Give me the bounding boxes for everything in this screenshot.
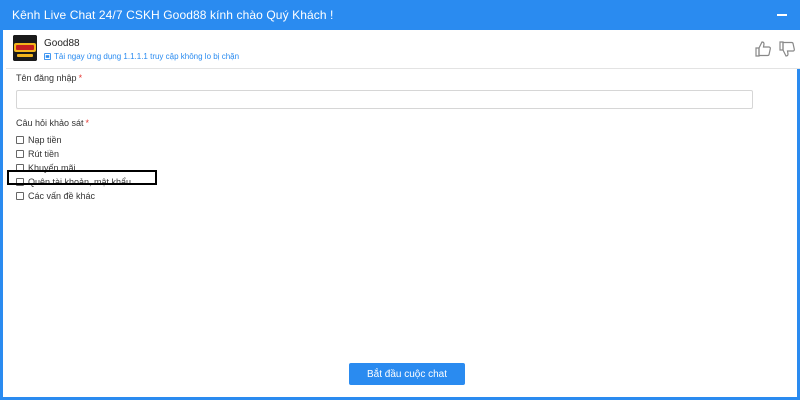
option-label: Các vấn đề khác [28,191,96,201]
start-chat-button[interactable]: Bắt đầu cuộc chat [349,363,465,385]
required-mark: * [85,118,90,128]
brand-subtitle-link[interactable]: Tải ngay ứng dụng 1.1.1.1 truy cập không… [44,52,239,61]
thumbs-down-icon[interactable] [778,40,796,58]
survey-options: Nạp tiền Rút tiền Khuyến mãi Quên tài kh… [16,133,131,203]
option-label: Rút tiền [28,149,60,159]
option-label: Nạp tiền [28,135,62,145]
brand-subtitle-text: Tải ngay ứng dụng 1.1.1.1 truy cập không… [54,52,240,61]
survey-section: Câu hỏi khảo sát * Nạp tiền Rút tiền Khuy… [16,118,131,203]
username-input[interactable] [16,90,753,109]
survey-label: Câu hỏi khảo sát * [16,118,90,128]
checkbox[interactable] [16,150,24,158]
username-label: Tên đăng nhập * [16,73,83,83]
option-other[interactable]: Các vấn đề khác [16,189,131,203]
window-title: Kênh Live Chat 24/7 CSKH Good88 kính chà… [12,8,334,22]
title-bar: Kênh Live Chat 24/7 CSKH Good88 kính chà… [3,0,800,30]
checkbox[interactable] [16,136,24,144]
chat-window: Kênh Live Chat 24/7 CSKH Good88 kính chà… [0,0,800,400]
required-mark: * [78,73,83,83]
option-withdraw[interactable]: Rút tiền [16,147,131,161]
chat-header: Good88 Tải ngay ứng dụng 1.1.1.1 truy cậ… [6,30,800,69]
brand-name: Good88 [44,38,80,49]
option-deposit[interactable]: Nạp tiền [16,133,131,147]
pre-chat-form: Tên đăng nhập * Câu hỏi khảo sát * Nạp tiề… [16,73,756,201]
checkbox[interactable] [16,192,24,200]
highlight-box [7,170,157,185]
thumbs-up-icon[interactable] [754,40,772,58]
minimize-icon[interactable] [777,14,787,16]
brand-logo [13,35,37,61]
phone-icon [44,53,51,60]
